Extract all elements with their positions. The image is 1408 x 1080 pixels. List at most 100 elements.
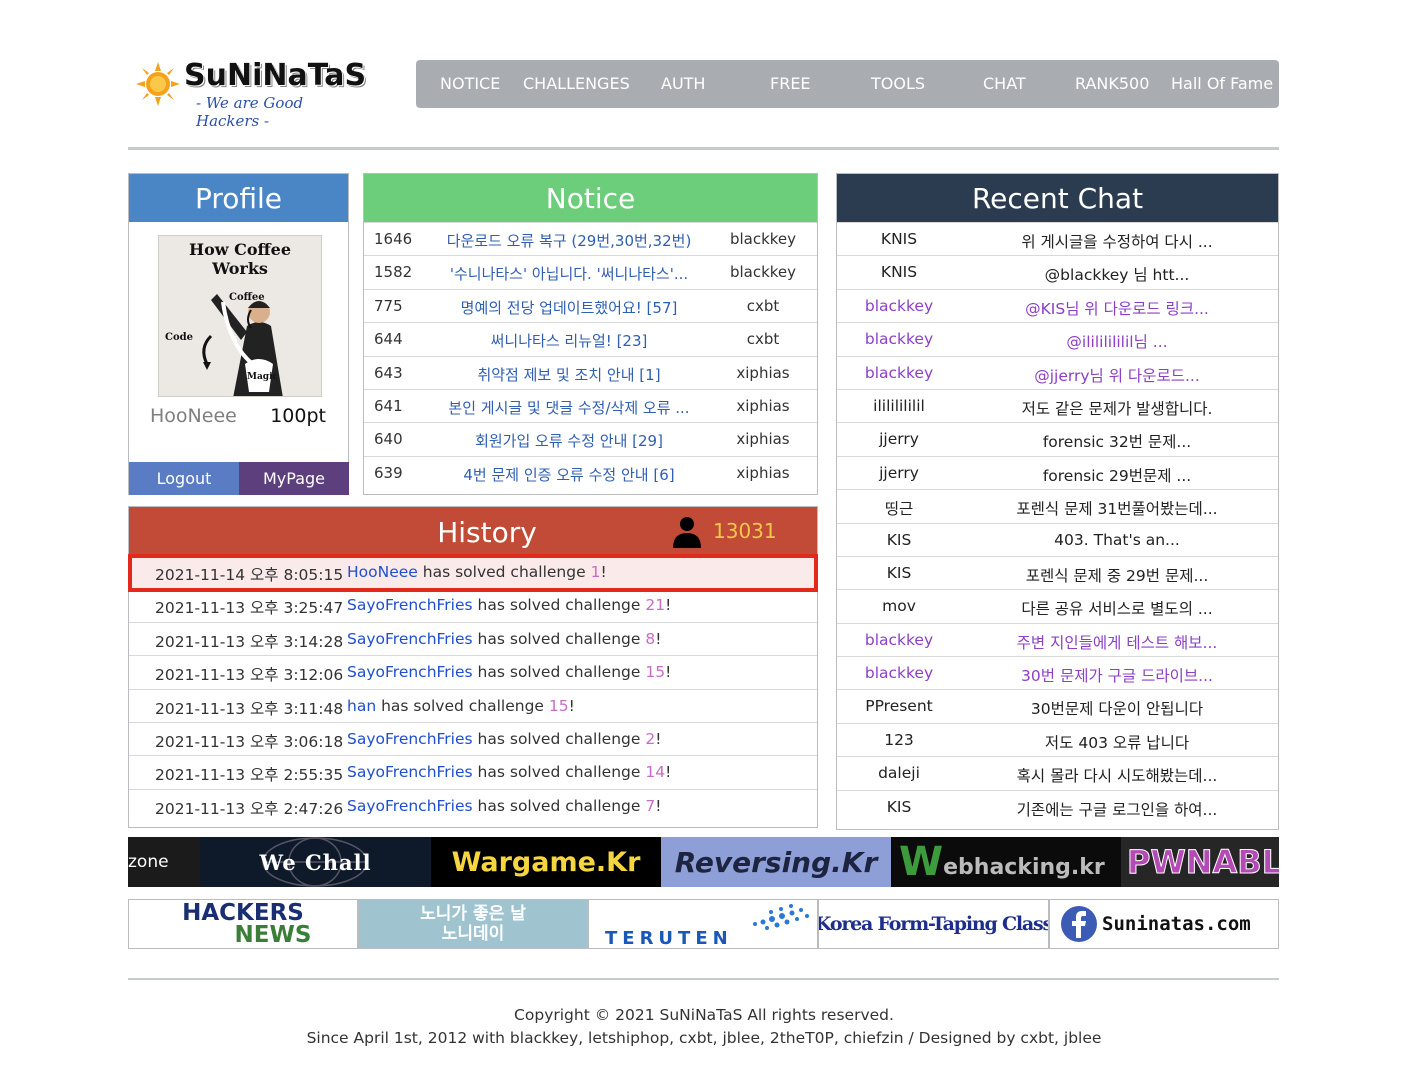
chat-row[interactable]: blackkey 주변 지인들에게 테스트 해보... — [837, 622, 1278, 656]
chat-message[interactable]: @ilililililil님 ... — [967, 330, 1267, 352]
history-count: 13031 — [713, 519, 777, 543]
notice-row[interactable]: 644 써니나타스 리뉴얼! [23] cxbt — [364, 322, 817, 355]
notice-title-link[interactable]: '수니나타스' 아닙니다. '써니나타스'... — [434, 263, 704, 284]
notice-row[interactable]: 640 회원가입 오류 수정 안내 [29] xiphias — [364, 422, 817, 455]
history-row: 2021-11-13 오후 2:55:35 SayoFrenchFries has… — [129, 755, 817, 788]
chat-message[interactable]: 혹시 몰라 다시 시도해봤는데... — [967, 764, 1267, 786]
notice-row[interactable]: 643 취약점 제보 및 조치 안내 [1] xiphias — [364, 355, 817, 389]
history-user-link[interactable]: SayoFrenchFries — [347, 630, 473, 648]
banner-wargame[interactable]: Wargame.Kr — [431, 837, 661, 887]
chat-row[interactable]: blackkey @jjerry님 위 다운로드... — [837, 355, 1278, 389]
notice-row[interactable]: 639 4번 문제 인증 오류 수정 안내 [6] xiphias — [364, 455, 817, 489]
chat-row[interactable]: blackkey @ilililililil님 ... — [837, 322, 1278, 355]
sun-icon — [136, 62, 180, 106]
chat-row[interactable]: KIS 403. That's an... — [837, 522, 1278, 556]
notice-number: 1582 — [374, 263, 413, 282]
chat-message[interactable]: forensic 32번 문제... — [967, 430, 1267, 452]
chat-row[interactable]: KNIS 위 게시글을 수정하여 다시 ... — [837, 222, 1278, 255]
notice-row[interactable]: 1582 '수니나타스' 아닙니다. '써니나타스'... blackkey — [364, 255, 817, 288]
chat-message[interactable]: @KIS님 위 다운로드 링크... — [967, 297, 1267, 319]
chat-row[interactable]: mov 다른 공유 서비스로 별도의 ... — [837, 589, 1278, 622]
banner-pwnable[interactable]: PWNABLE — [1121, 837, 1279, 887]
chat-message[interactable]: 저도 403 오류 납니다 — [967, 731, 1267, 753]
nav-tools[interactable]: TOOLS — [871, 74, 925, 93]
notice-title-link[interactable]: 다운로드 오류 복구 (29번,30번,32번) — [434, 230, 704, 251]
notice-row[interactable]: 775 명예의 전당 업데이트했어요! [57] cxbt — [364, 288, 817, 322]
notice-title-link[interactable]: 써니나타스 리뉴얼! [23] — [434, 330, 704, 351]
chat-message[interactable]: 포렌식 문제 31번풀어봤는데... — [967, 497, 1267, 519]
chat-message[interactable]: 30번문제 다운이 안됩니다 — [967, 697, 1267, 719]
banner-wechall[interactable]: We Chall — [200, 837, 431, 887]
banner-teruten[interactable]: TERUTEN — [588, 899, 818, 949]
banner-korea-form-label: Korea Form-Taping Class — [818, 913, 1049, 935]
chat-row[interactable]: KNIS @blackkey 님 htt... — [837, 255, 1278, 288]
nav-challenges[interactable]: CHALLENGES — [523, 74, 630, 93]
chat-message[interactable]: 403. That's an... — [967, 531, 1267, 549]
history-user-link[interactable]: SayoFrenchFries — [347, 596, 473, 614]
chat-row[interactable]: jjerry forensic 29번문제 ... — [837, 455, 1278, 489]
notice-title-link[interactable]: 명예의 전당 업데이트했어요! [57] — [434, 297, 704, 318]
notice-title-link[interactable]: 회원가입 오류 수정 안내 [29] — [434, 430, 704, 451]
nav-auth[interactable]: AUTH — [661, 74, 705, 93]
logout-button[interactable]: Logout — [129, 462, 239, 495]
chat-user: KIS — [886, 797, 912, 816]
chat-row[interactable]: KIS 포렌식 문제 중 29번 문제... — [837, 555, 1278, 589]
nav-chat[interactable]: CHAT — [983, 74, 1026, 93]
history-row: 2021-11-13 오후 3:11:48 han has solved chal… — [129, 688, 817, 722]
banner-zone[interactable]: zone — [128, 837, 200, 887]
banner-noniday[interactable]: 노니가 좋은 날 노니데이 — [358, 899, 588, 949]
chat-user: ilililililil — [873, 396, 925, 415]
banner-teruten-label: TERUTEN — [605, 928, 733, 949]
history-user-link[interactable]: SayoFrenchFries — [347, 763, 473, 781]
history-message: SayoFrenchFries has solved challenge 21! — [347, 596, 672, 615]
highlight-box — [128, 554, 818, 592]
nav-notice[interactable]: NOTICE — [440, 74, 500, 93]
notice-row[interactable]: 641 본인 게시글 및 댓글 수정/삭제 오류 ... xiphias — [364, 388, 817, 422]
banner-facebook[interactable]: Suninatas.com — [1049, 899, 1279, 949]
history-user-link[interactable]: SayoFrenchFries — [347, 663, 473, 681]
notice-title-link[interactable]: 취약점 제보 및 조치 안내 [1] — [434, 364, 704, 385]
banner-reversing[interactable]: Reversing.Kr — [661, 837, 891, 887]
chat-message[interactable]: 포렌식 문제 중 29번 문제... — [967, 564, 1267, 586]
chat-message[interactable]: 위 게시글을 수정하여 다시 ... — [967, 230, 1267, 252]
chat-message[interactable]: 기존에는 구글 로그인을 하여... — [967, 798, 1267, 820]
nav-hall-of-fame[interactable]: Hall Of Fame — [1171, 74, 1273, 93]
chat-message[interactable]: 다른 공유 서비스로 별도의 ... — [967, 597, 1267, 619]
chat-row[interactable]: blackkey 30번 문제가 구글 드라이브... — [837, 656, 1278, 689]
chat-row[interactable]: jjerry forensic 32번 문제... — [837, 422, 1278, 455]
chat-message[interactable]: 주변 지인들에게 테스트 해보... — [967, 631, 1267, 653]
chat-row[interactable]: PPresent 30번문제 다운이 안됩니다 — [837, 689, 1278, 722]
dots-icon — [753, 904, 809, 930]
nav-free[interactable]: FREE — [770, 74, 811, 93]
notice-title-link[interactable]: 본인 게시글 및 댓글 수정/삭제 오류 ... — [434, 397, 704, 418]
history-user-link[interactable]: SayoFrenchFries — [347, 730, 473, 748]
banner-webhacking[interactable]: W ebhacking.kr — [891, 837, 1121, 887]
history-solved-text: has solved challenge — [477, 763, 641, 782]
site-logo[interactable]: SuNiNaTaS - We are Good Hackers - — [134, 58, 366, 130]
banner-noniday-line1: 노니가 좋은 날 — [420, 904, 526, 924]
chat-row[interactable]: 123 저도 403 오류 납니다 — [837, 722, 1278, 756]
chat-row[interactable]: ilililililil 저도 같은 문제가 발생합니다. — [837, 388, 1278, 422]
chat-row[interactable]: blackkey @KIS님 위 다운로드 링크... — [837, 288, 1278, 322]
avatar-illustration — [202, 294, 283, 396]
profile-panel: Profile How Coffee Works Coffee Code Mag… — [128, 173, 349, 495]
chat-user: KIS — [886, 530, 912, 549]
banner-korea-form-taping[interactable]: Korea Form-Taping Class — [818, 899, 1049, 949]
mypage-button[interactable]: MyPage — [239, 462, 349, 495]
chat-message[interactable]: @jjerry님 위 다운로드... — [967, 364, 1267, 386]
chat-message[interactable]: @blackkey 님 htt... — [967, 263, 1267, 285]
history-user-link[interactable]: han — [347, 697, 376, 715]
chat-user: blackkey — [864, 330, 934, 349]
chat-row[interactable]: 띵근 포렌식 문제 31번풀어봤는데... — [837, 489, 1278, 522]
chat-row[interactable]: KIS 기존에는 구글 로그인을 하여... — [837, 789, 1278, 823]
chat-message[interactable]: forensic 29번문제 ... — [967, 464, 1267, 486]
banner-hackers-news[interactable]: HACKERS NEWS — [128, 899, 358, 949]
chat-message[interactable]: 30번 문제가 구글 드라이브... — [967, 664, 1267, 686]
chat-message[interactable]: 저도 같은 문제가 발생합니다. — [967, 397, 1267, 419]
history-user-link[interactable]: SayoFrenchFries — [347, 797, 473, 815]
chat-user: KNIS — [880, 230, 918, 248]
notice-row[interactable]: 1646 다운로드 오류 복구 (29번,30번,32번) blackkey — [364, 222, 817, 255]
chat-row[interactable]: daleji 혹시 몰라 다시 시도해봤는데... — [837, 756, 1278, 789]
notice-title-link[interactable]: 4번 문제 인증 오류 수정 안내 [6] — [434, 464, 704, 485]
nav-rank500[interactable]: RANK500 — [1075, 74, 1149, 93]
